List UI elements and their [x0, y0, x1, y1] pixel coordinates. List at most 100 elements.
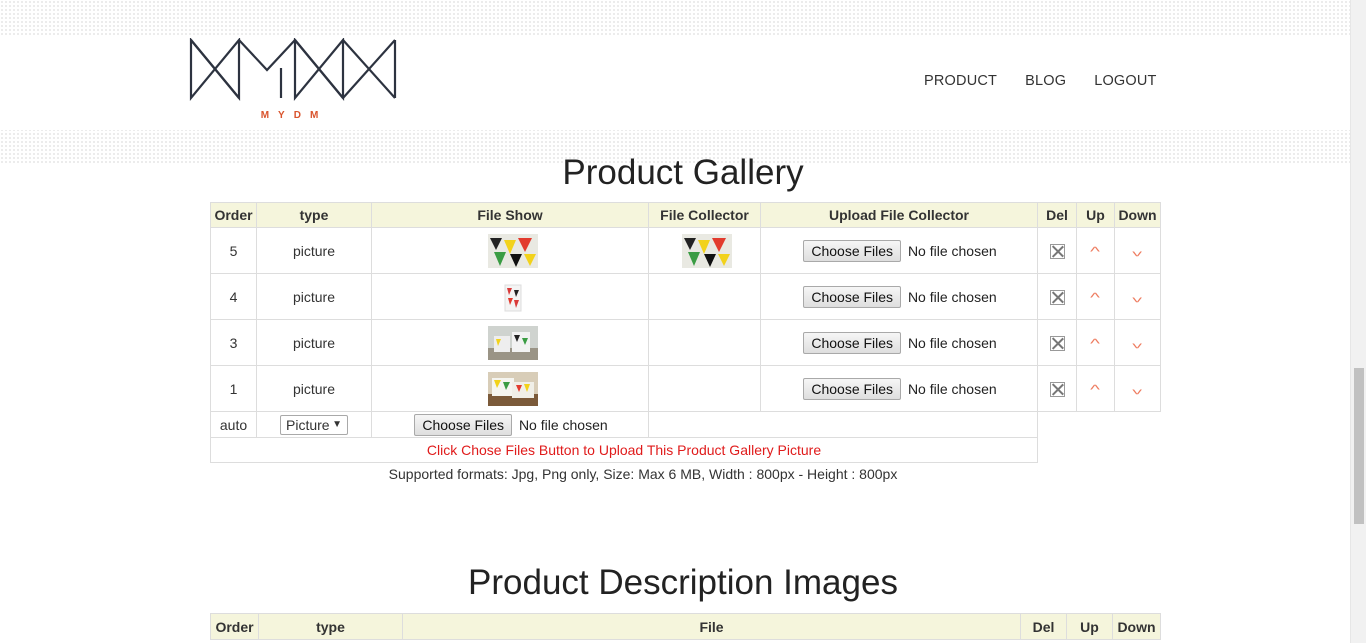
choose-files-button[interactable]: Choose Files [414, 413, 513, 436]
chevron-down-icon[interactable]: ^ [1133, 382, 1143, 397]
up-cell: ^ [1076, 365, 1115, 412]
site-header: MYDM PRODUCT BLOG LOGOUT [0, 0, 1350, 165]
choose-files-button[interactable]: Choose Files [803, 239, 902, 262]
del-cell [1037, 227, 1077, 274]
no-file-label: No file chosen [907, 242, 997, 259]
thumbnail-image[interactable] [487, 371, 538, 406]
upload-cell: Choose Files No file chosen [760, 319, 1038, 366]
down-cell: ^ [1114, 227, 1161, 274]
table-row: 1 picture Choose Files No file chosen ^ … [210, 365, 1161, 412]
col-order: Order [210, 613, 259, 640]
new-item-row: auto Picture ▼ Choose Files No file chose… [210, 411, 1161, 438]
delete-icon[interactable] [1049, 289, 1065, 305]
up-cell: ^ [1076, 227, 1115, 274]
col-del: Del [1020, 613, 1067, 640]
type-select-value: Picture [286, 416, 330, 433]
type-cell: picture [256, 365, 372, 412]
caret-down-icon: ▼ [332, 418, 342, 430]
order-cell: 5 [210, 227, 257, 274]
type-select[interactable]: Picture ▼ [280, 414, 348, 435]
col-del: Del [1037, 202, 1077, 228]
choose-files-button[interactable]: Choose Files [803, 377, 902, 400]
logo[interactable]: MYDM [189, 36, 399, 124]
no-file-label: No file chosen [907, 380, 997, 397]
main-nav: PRODUCT BLOG LOGOUT [924, 73, 1157, 89]
supported-formats-text: Supported formats: Jpg, Png only, Size: … [388, 466, 898, 482]
chevron-up-icon[interactable]: ^ [1091, 382, 1101, 397]
table-row: 5 picture Choose Files No file chosen ^ … [210, 227, 1161, 274]
col-type: type [258, 613, 403, 640]
order-cell: 4 [210, 273, 257, 320]
chevron-up-icon[interactable]: ^ [1091, 290, 1101, 305]
del-cell [1037, 273, 1077, 320]
logo-text: MYDM [260, 110, 328, 121]
col-upload-file-collector: Upload File Collector [760, 202, 1038, 228]
col-order: Order [210, 202, 257, 228]
collector-thumbnail-image[interactable] [682, 233, 732, 268]
chevron-down-icon[interactable]: ^ [1133, 336, 1143, 351]
table-row: 3 picture Choose Files No file chosen ^ … [210, 319, 1161, 366]
thumbnail-image[interactable] [487, 325, 538, 360]
gallery-header-row: Order type File Show File Collector Uplo… [210, 202, 1161, 228]
no-file-label: No file chosen [907, 288, 997, 305]
file-collector-cell [648, 227, 761, 274]
col-up: Up [1076, 202, 1115, 228]
scrollbar-thumb[interactable] [1354, 368, 1364, 524]
upload-cell: Choose Files No file chosen [760, 227, 1038, 274]
file-show-cell [371, 227, 649, 274]
nav-logout[interactable]: LOGOUT [1094, 73, 1156, 89]
notice-spacer [1038, 438, 1161, 463]
col-type: type [256, 202, 372, 228]
new-file-cell: Choose Files No file chosen [371, 411, 649, 438]
order-cell: 3 [210, 319, 257, 366]
file-collector-cell [648, 273, 761, 320]
gallery-table: Order type File Show File Collector Uplo… [210, 202, 1161, 463]
down-cell: ^ [1114, 365, 1161, 412]
file-collector-cell [648, 365, 761, 412]
description-title: Product Description Images [468, 563, 898, 602]
chevron-down-icon[interactable]: ^ [1133, 244, 1143, 259]
chevron-up-icon[interactable]: ^ [1091, 244, 1101, 259]
file-collector-cell [648, 319, 761, 366]
order-cell: auto [210, 411, 257, 438]
type-cell: Picture ▼ [256, 411, 372, 438]
file-show-cell [371, 365, 649, 412]
choose-files-button[interactable]: Choose Files [803, 331, 902, 354]
vertical-scrollbar[interactable] [1350, 0, 1366, 643]
up-cell: ^ [1076, 319, 1115, 366]
table-row: 4 picture Choose Files No file chosen ^ … [210, 273, 1161, 320]
delete-icon[interactable] [1049, 381, 1065, 397]
no-file-label: No file chosen [907, 334, 997, 351]
nav-product[interactable]: PRODUCT [924, 73, 997, 89]
file-show-cell [371, 273, 649, 320]
down-cell: ^ [1114, 273, 1161, 320]
logo-mark-icon [189, 36, 397, 102]
col-down: Down [1112, 613, 1161, 640]
upload-cell: Choose Files No file chosen [760, 365, 1038, 412]
nav-blog[interactable]: BLOG [1025, 73, 1066, 89]
delete-icon[interactable] [1049, 243, 1065, 259]
choose-files-button[interactable]: Choose Files [803, 285, 902, 308]
del-cell [1037, 365, 1077, 412]
description-table: Order type File Del Up Down [210, 613, 1161, 640]
no-file-label: No file chosen [518, 416, 608, 433]
col-down: Down [1114, 202, 1161, 228]
type-cell: picture [256, 227, 372, 274]
upload-cell: Choose Files No file chosen [760, 273, 1038, 320]
file-show-cell [371, 319, 649, 366]
type-cell: picture [256, 319, 372, 366]
gallery-title: Product Gallery [562, 153, 804, 192]
col-up: Up [1066, 613, 1113, 640]
down-cell: ^ [1114, 319, 1161, 366]
thumbnail-image[interactable] [487, 233, 538, 268]
col-file-collector: File Collector [648, 202, 761, 228]
chevron-down-icon[interactable]: ^ [1133, 290, 1143, 305]
col-file-show: File Show [371, 202, 649, 228]
del-cell [1037, 319, 1077, 366]
up-cell: ^ [1076, 273, 1115, 320]
delete-icon[interactable] [1049, 335, 1065, 351]
chevron-up-icon[interactable]: ^ [1091, 336, 1101, 351]
thumbnail-image[interactable] [487, 279, 538, 314]
upload-notice: Click Chose Files Button to Upload This … [210, 437, 1038, 463]
new-row-empty-cell [648, 411, 1038, 438]
